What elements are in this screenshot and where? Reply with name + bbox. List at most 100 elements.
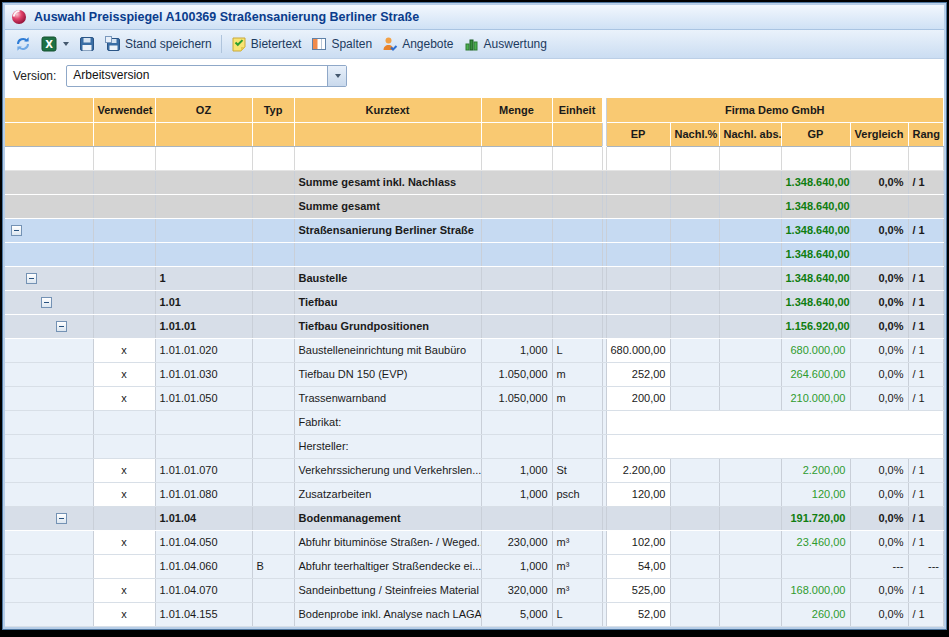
typ-cell bbox=[252, 170, 294, 194]
collapse-toggle[interactable] bbox=[41, 297, 52, 308]
menge-cell bbox=[481, 146, 552, 170]
menge-cell bbox=[481, 506, 552, 530]
typ-cell bbox=[252, 578, 294, 602]
nachl-pct-cell bbox=[670, 266, 719, 290]
gp-cell: 210.000,00 bbox=[781, 386, 850, 410]
gp-cell: 1.348.640,00 bbox=[781, 242, 850, 266]
menge-cell bbox=[481, 266, 552, 290]
collapse-toggle[interactable] bbox=[11, 225, 22, 236]
rang-cell bbox=[908, 146, 944, 170]
verwendet-cell[interactable]: x bbox=[93, 386, 155, 410]
verwendet-cell[interactable] bbox=[93, 554, 155, 578]
ep-cell[interactable]: 252,00 bbox=[606, 362, 670, 386]
col-gp: GP bbox=[781, 122, 850, 146]
einheit-cell bbox=[552, 290, 602, 314]
version-combobox[interactable]: Arbeitsversion bbox=[66, 65, 347, 87]
collapse-toggle[interactable] bbox=[56, 321, 67, 332]
tree-cell bbox=[5, 458, 93, 482]
freitext-input[interactable] bbox=[606, 434, 944, 458]
collapse-toggle[interactable] bbox=[26, 273, 37, 284]
verwendet-cell bbox=[93, 170, 155, 194]
nachl-abs-cell bbox=[719, 242, 781, 266]
bietertext-button[interactable]: Bietertext bbox=[226, 34, 307, 54]
einheit-cell bbox=[552, 146, 602, 170]
tree-cell bbox=[5, 410, 93, 434]
menge-cell: 1,000 bbox=[481, 338, 552, 362]
verwendet-cell[interactable]: x bbox=[93, 458, 155, 482]
einheit-cell bbox=[552, 410, 602, 434]
nachl-pct-cell bbox=[670, 362, 719, 386]
typ-cell bbox=[252, 362, 294, 386]
verwendet-cell[interactable]: x bbox=[93, 578, 155, 602]
gp-cell: 2.200,00 bbox=[781, 458, 850, 482]
table-row: x1.01.04.070Sandeinbettung / Steinfreies… bbox=[5, 578, 944, 602]
rang-cell: / 1 bbox=[908, 362, 944, 386]
einheit-cell bbox=[552, 266, 602, 290]
spalten-button[interactable]: Spalten bbox=[306, 34, 377, 54]
ep-cell[interactable]: 2.200,00 bbox=[606, 458, 670, 482]
gp-cell: 1.348.640,00 bbox=[781, 290, 850, 314]
ep-cell[interactable]: 52,00 bbox=[606, 602, 670, 626]
nachl-abs-cell bbox=[719, 194, 781, 218]
excel-export-button[interactable]: X bbox=[36, 34, 74, 54]
ep-cell[interactable]: 200,00 bbox=[606, 386, 670, 410]
ep-cell[interactable]: 525,00 bbox=[606, 578, 670, 602]
ep-cell[interactable]: 54,00 bbox=[606, 554, 670, 578]
tree-cell bbox=[5, 530, 93, 554]
toolbar-separator bbox=[221, 35, 222, 53]
version-dropdown-button[interactable] bbox=[327, 66, 346, 86]
version-value: Arbeitsversion bbox=[67, 66, 327, 86]
nachl-abs-cell bbox=[719, 362, 781, 386]
einheit-cell: psch bbox=[552, 482, 602, 506]
table-row: x1.01.04.155Bodenprobe inkl. Analyse nac… bbox=[5, 602, 944, 626]
menge-cell bbox=[481, 194, 552, 218]
gp-cell: 23.460,00 bbox=[781, 530, 850, 554]
menge-cell: 1,000 bbox=[481, 554, 552, 578]
toolbar: X Stand speichern bbox=[5, 30, 944, 59]
bar-chart-icon bbox=[464, 36, 480, 52]
einheit-cell: m³ bbox=[552, 554, 602, 578]
col-firma: Firma Demo GmbH bbox=[606, 98, 944, 122]
verwendet-cell[interactable]: x bbox=[93, 362, 155, 386]
save-stand-icon bbox=[105, 36, 121, 52]
excel-dropdown-arrow[interactable] bbox=[63, 42, 69, 46]
oz-cell: 1.01.04.060 bbox=[155, 554, 252, 578]
refresh-button[interactable] bbox=[10, 34, 36, 54]
auswertung-button[interactable]: Auswertung bbox=[459, 34, 552, 54]
nachl-pct-cell bbox=[670, 482, 719, 506]
nachl-pct-cell bbox=[670, 218, 719, 242]
gp-cell bbox=[781, 146, 850, 170]
oz-cell: 1.01.01 bbox=[155, 314, 252, 338]
kurztext-cell: Abfuhr teerhaltiger Straßendecke ei... bbox=[294, 554, 481, 578]
typ-cell bbox=[252, 482, 294, 506]
vergleich-cell: 0,0% bbox=[850, 362, 908, 386]
verwendet-cell[interactable]: x bbox=[93, 338, 155, 362]
table-row: x1.01.01.030Tiefbau DN 150 (EVP)1.050,00… bbox=[5, 362, 944, 386]
refresh-icon bbox=[15, 36, 31, 52]
nachl-pct-cell bbox=[670, 338, 719, 362]
verwendet-cell[interactable]: x bbox=[93, 530, 155, 554]
ep-cell[interactable]: 680.000,00 bbox=[606, 338, 670, 362]
kurztext-cell: Sandeinbettung / Steinfreies Material bbox=[294, 578, 481, 602]
vergleich-cell bbox=[850, 146, 908, 170]
verwendet-cell[interactable]: x bbox=[93, 482, 155, 506]
table-row: x1.01.01.050Trassenwarnband1.050,000m200… bbox=[5, 386, 944, 410]
vergleich-cell: 0,0% bbox=[850, 218, 908, 242]
verwendet-cell[interactable]: x bbox=[93, 602, 155, 626]
angebote-button[interactable]: Angebote bbox=[377, 34, 458, 54]
save-button[interactable] bbox=[74, 34, 100, 54]
ep-cell[interactable]: 102,00 bbox=[606, 530, 670, 554]
einheit-cell bbox=[552, 242, 602, 266]
nachl-pct-cell bbox=[670, 602, 719, 626]
vergleich-cell: 0,0% bbox=[850, 170, 908, 194]
kurztext-cell: Tiefbau Grundpositionen bbox=[294, 314, 481, 338]
collapse-toggle[interactable] bbox=[56, 513, 67, 524]
freitext-input[interactable] bbox=[606, 410, 944, 434]
nachl-abs-cell bbox=[719, 482, 781, 506]
stand-speichern-button[interactable]: Stand speichern bbox=[100, 34, 217, 54]
table-row: 1.01.04Bodenmanagement191.720,000,0%/ 1 bbox=[5, 506, 944, 530]
menge-cell bbox=[481, 290, 552, 314]
typ-cell bbox=[252, 194, 294, 218]
ep-cell[interactable]: 120,00 bbox=[606, 482, 670, 506]
gp-cell: 260,00 bbox=[781, 602, 850, 626]
